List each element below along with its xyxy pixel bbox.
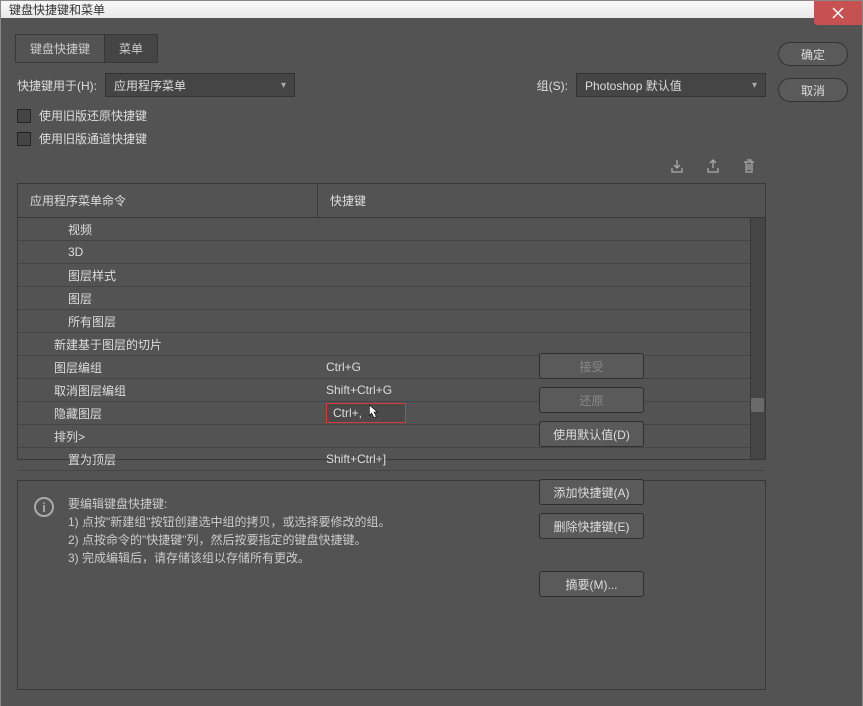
command-label: 排列> xyxy=(18,428,318,445)
legacy-channel-checkbox[interactable] xyxy=(17,132,31,146)
list-body: 视频 3D 图层样式图层所有图层新建基于图层的切片图层编组Ctrl+G取消图层编组S… xyxy=(17,218,766,460)
list-row[interactable]: 图层 xyxy=(18,287,765,310)
list-row[interactable]: 隐藏图层 Ctrl+, xyxy=(18,402,765,425)
set-select[interactable]: Photoshop 默认值 ▾ xyxy=(576,73,766,97)
delete-set-icon[interactable] xyxy=(740,157,758,175)
legacy-undo-label: 使用旧版还原快捷键 xyxy=(39,107,147,124)
close-icon xyxy=(830,5,846,21)
window-title: 键盘快捷键和菜单 xyxy=(9,1,105,18)
shortcuts-for-select[interactable]: 应用程序菜单 ▾ xyxy=(105,73,295,97)
scroll-thumb[interactable] xyxy=(751,398,764,412)
tab-shortcuts[interactable]: 键盘快捷键 xyxy=(16,35,105,62)
shortcut-input[interactable]: Ctrl+, xyxy=(326,403,406,423)
column-shortcut: 快捷键 xyxy=(318,184,765,217)
list-row[interactable]: 新建基于图层的切片 xyxy=(18,333,765,356)
command-label: 所有图层 xyxy=(18,313,318,330)
scrollbar[interactable] xyxy=(750,218,765,459)
column-command: 应用程序菜单命令 xyxy=(18,184,318,217)
chevron-down-icon: ▾ xyxy=(752,80,757,91)
legacy-channel-label: 使用旧版通道快捷键 xyxy=(39,130,147,147)
list-row[interactable]: 排列> xyxy=(18,425,765,448)
info-icon: i xyxy=(34,497,54,517)
tab-menus[interactable]: 菜单 xyxy=(105,35,157,62)
info-box: i 要编辑键盘快捷键: 1) 点按"新建组"按钮创建选中组的拷贝，或选择要修改的… xyxy=(17,480,766,690)
command-label: 图层编组 xyxy=(18,359,318,376)
use-default-button[interactable]: 使用默认值(D) xyxy=(539,421,644,447)
info-text: 要编辑键盘快捷键: 1) 点按"新建组"按钮创建选中组的拷贝，或选择要修改的组。… xyxy=(68,495,391,675)
list-header: 应用程序菜单命令 快捷键 xyxy=(17,183,766,218)
undo-button[interactable]: 还原 xyxy=(539,387,644,413)
command-label: 图层 xyxy=(18,290,318,307)
command-label: 视频 xyxy=(18,221,318,238)
chevron-down-icon: ▾ xyxy=(281,80,286,91)
delete-shortcut-button[interactable]: 删除快捷键(E) xyxy=(539,513,644,539)
command-label: 新建基于图层的切片 xyxy=(18,336,318,353)
shortcuts-for-label: 快捷键用于(H): xyxy=(17,77,97,94)
list-row[interactable]: 图层样式 xyxy=(18,264,765,287)
summarize-button[interactable]: 摘要(M)... xyxy=(539,571,644,597)
cancel-button[interactable]: 取消 xyxy=(778,78,848,102)
list-row[interactable]: 取消图层编组Shift+Ctrl+G xyxy=(18,379,765,402)
legacy-undo-checkbox[interactable] xyxy=(17,109,31,123)
command-label: 置为顶层 xyxy=(18,451,318,468)
cursor-icon xyxy=(366,404,382,423)
command-label: 隐藏图层 xyxy=(18,405,318,422)
close-button[interactable] xyxy=(814,1,862,25)
add-shortcut-button[interactable]: 添加快捷键(A) xyxy=(539,479,644,505)
list-row[interactable]: 图层编组Ctrl+G xyxy=(18,356,765,379)
titlebar: 键盘快捷键和菜单 xyxy=(1,1,862,18)
set-label: 组(S): xyxy=(537,77,568,94)
list-row[interactable]: 置为顶层Shift+Ctrl+] xyxy=(18,448,765,471)
accept-button[interactable]: 接受 xyxy=(539,353,644,379)
save-set-icon[interactable] xyxy=(668,157,686,175)
tabs: 键盘快捷键 菜单 xyxy=(15,34,158,63)
ok-button[interactable]: 确定 xyxy=(778,42,848,66)
command-label: 取消图层编组 xyxy=(18,382,318,399)
list-row[interactable]: 视频 xyxy=(18,218,765,241)
command-label: 图层样式 xyxy=(18,267,318,284)
list-row[interactable]: 所有图层 xyxy=(18,310,765,333)
new-set-icon[interactable] xyxy=(704,157,722,175)
command-label: 3D xyxy=(18,245,318,259)
list-row[interactable]: 3D xyxy=(18,241,765,264)
